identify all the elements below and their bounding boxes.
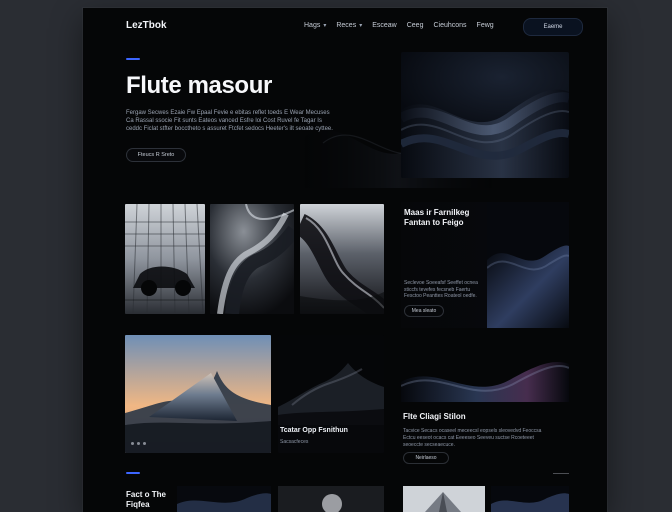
carousel-dot[interactable]	[131, 442, 134, 445]
main-nav: Hags ▾ Reces ▾ Esceaw Ceeg Cieuhcons Few…	[304, 22, 494, 29]
feature-card: Flte Cliagi Stilon Tacvice Secacs ocasee…	[401, 338, 569, 470]
dark-mountain-card: Tcatar Opp Fsnithun Sacsacfeces	[278, 335, 384, 453]
dark-card-title: Tcatar Opp Fsnithun	[280, 427, 348, 434]
hero-button[interactable]: Fteucs R Sreto	[126, 148, 186, 162]
factory-image	[125, 204, 205, 314]
nav-item-label: Fewg	[476, 22, 494, 29]
preview-image	[403, 486, 485, 512]
preview-wave	[177, 486, 271, 512]
feature-description: Seclevoe Soeeafsf Seeffet ocnea sticcfs …	[404, 280, 478, 300]
swirl-image	[210, 204, 294, 314]
feature-description: Tacvice Secacs ocaseel meceecsl eopsels …	[403, 428, 542, 448]
carousel-dot[interactable]	[143, 442, 146, 445]
brand-logo[interactable]: LezTbok	[126, 20, 167, 31]
hero-title: Flute masour	[126, 72, 272, 99]
feature-wave-image	[401, 338, 569, 402]
nav-item-reces[interactable]: Reces ▾	[336, 22, 362, 29]
preview-image	[177, 486, 271, 512]
feature-card: Maas ir Farnilkeg Fantan to Feigo Seclev…	[401, 202, 569, 328]
dark-card-subtitle: Sacsacfeces	[280, 439, 309, 445]
nav-item-fewg[interactable]: Fewg	[477, 22, 494, 29]
swirl-photo	[300, 204, 384, 314]
preview-architecture	[403, 486, 485, 512]
mountain-image	[125, 335, 271, 453]
carousel-dot[interactable]	[137, 442, 140, 445]
nav-item-esceaw[interactable]: Esceaw	[372, 22, 397, 29]
preview-image	[278, 486, 384, 512]
chevron-down-icon: ▾	[323, 23, 327, 29]
silk-wave-image	[401, 89, 569, 178]
nav-item-label: Reces	[336, 22, 357, 29]
factory-photo	[125, 204, 205, 314]
carousel-dots	[131, 442, 146, 445]
nav-item-ceeg[interactable]: Ceeg	[407, 22, 424, 29]
preview-wave	[491, 486, 569, 512]
nav-item-hags[interactable]: Hags ▾	[304, 22, 326, 29]
feature-button[interactable]: Mea sleato	[404, 305, 444, 317]
nav-item-label: Cieuhcons	[433, 22, 467, 29]
nav-item-label: Hags	[304, 22, 321, 29]
chevron-down-icon: ▾	[359, 23, 363, 29]
nav-item-label: Esceaw	[372, 22, 397, 29]
page: LezTbok Hags ▾ Reces ▾ Esceaw Ceeg Cieuh…	[83, 8, 607, 512]
nav-item-label: Ceeg	[406, 22, 424, 29]
swirl-image	[300, 204, 384, 314]
feature-title: Maas ir Farnilkeg Fantan to Feigo	[404, 208, 470, 227]
hero-image	[401, 52, 569, 178]
preview-image	[491, 486, 569, 512]
nav-item-cieuhcons[interactable]: Cieuhcons	[433, 22, 466, 29]
top-header: LezTbok Hags ▾ Reces ▾ Esceaw Ceeg Cieuh…	[83, 8, 607, 44]
divider	[553, 473, 569, 474]
swirl-photo	[210, 204, 294, 314]
accent-line	[126, 58, 140, 60]
header-cta-button[interactable]: Eaeme	[523, 18, 583, 36]
accent-line	[126, 472, 140, 474]
feature-button[interactable]: Neirlaeso	[403, 452, 449, 464]
hero-description: Fergaw Secwes Ezaie Fw Epaal Fevie e ebi…	[126, 110, 333, 132]
feature-wave-image	[487, 202, 569, 328]
dark-mountain-image	[278, 335, 384, 425]
feature-title: Flte Cliagi Stilon	[403, 412, 466, 421]
preview-orb	[278, 486, 384, 512]
mountain-photo	[125, 335, 271, 453]
